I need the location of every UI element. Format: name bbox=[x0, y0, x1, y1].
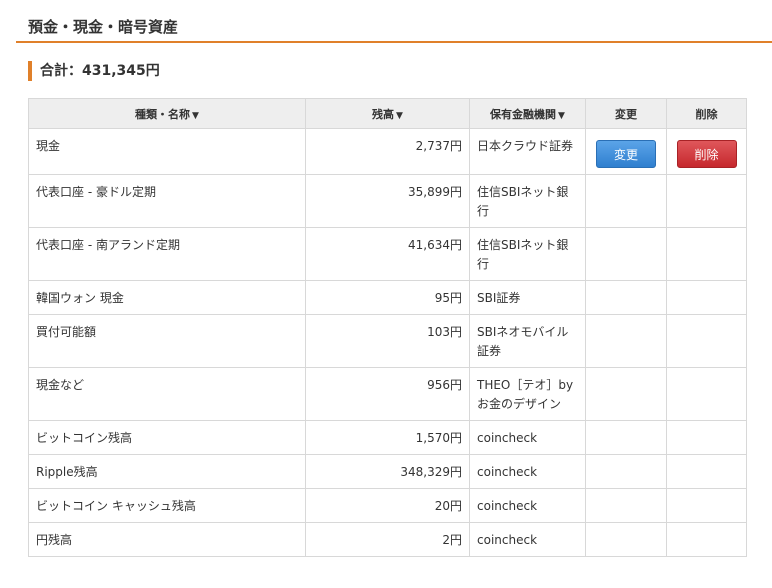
asset-name: 代表口座 - 豪ドル定期 bbox=[28, 174, 306, 228]
asset-balance: 95円 bbox=[305, 280, 470, 315]
table-row: 現金など 956円 THEO［テオ］by お金のデザイン bbox=[28, 367, 747, 421]
delete-cell bbox=[666, 280, 747, 315]
column-header-edit: 変更 bbox=[585, 98, 667, 129]
asset-balance: 20円 bbox=[305, 488, 470, 523]
delete-cell bbox=[666, 367, 747, 421]
asset-balance: 35,899円 bbox=[305, 174, 470, 228]
edit-cell bbox=[585, 454, 667, 489]
column-header-institution[interactable]: 保有金融機関 ▼ bbox=[469, 98, 586, 129]
asset-balance: 1,570円 bbox=[305, 420, 470, 455]
asset-balance: 103円 bbox=[305, 314, 470, 368]
asset-balance: 348,329円 bbox=[305, 454, 470, 489]
asset-institution: SBIネオモバイル証券 bbox=[469, 314, 586, 368]
column-header-balance-label: 残高 bbox=[372, 107, 395, 121]
delete-button[interactable]: 削除 bbox=[676, 140, 737, 168]
asset-institution: 日本クラウド証券 bbox=[469, 128, 586, 175]
edit-cell bbox=[585, 280, 667, 315]
asset-institution: THEO［テオ］by お金のデザイン bbox=[469, 367, 586, 421]
section-title: 預金・現金・暗号資産 bbox=[28, 18, 179, 36]
asset-institution: 住信SBIネット銀行 bbox=[469, 227, 586, 281]
asset-balance: 956円 bbox=[305, 367, 470, 421]
asset-name: 現金 bbox=[28, 128, 306, 175]
asset-balance: 2,737円 bbox=[305, 128, 470, 175]
table-row: 買付可能額 103円 SBIネオモバイル証券 bbox=[28, 314, 747, 368]
edit-cell bbox=[585, 522, 667, 557]
asset-name: Ripple残高 bbox=[28, 454, 306, 489]
column-header-balance[interactable]: 残高 ▼ bbox=[305, 98, 470, 129]
delete-cell bbox=[666, 314, 747, 368]
delete-cell bbox=[666, 488, 747, 523]
edit-button[interactable]: 変更 bbox=[596, 140, 656, 168]
asset-institution: coincheck bbox=[469, 522, 586, 557]
asset-name: ビットコイン残高 bbox=[28, 420, 306, 455]
delete-cell bbox=[666, 454, 747, 489]
delete-cell bbox=[666, 522, 747, 557]
asset-balance: 41,634円 bbox=[305, 227, 470, 281]
asset-name: 買付可能額 bbox=[28, 314, 306, 368]
asset-institution: 住信SBIネット銀行 bbox=[469, 174, 586, 228]
asset-name: 円残高 bbox=[28, 522, 306, 557]
table-header-row: 種類・名称 ▼ 残高 ▼ 保有金融機関 ▼ 変更 削除 bbox=[28, 98, 747, 129]
asset-name: 現金など bbox=[28, 367, 306, 421]
table-row: 代表口座 - 南アランド定期 41,634円 住信SBIネット銀行 bbox=[28, 227, 747, 281]
column-header-name[interactable]: 種類・名称 ▼ bbox=[28, 98, 306, 129]
sort-arrow-icon: ▼ bbox=[396, 110, 403, 121]
table-row: Ripple残高 348,329円 coincheck bbox=[28, 454, 747, 489]
asset-name: 韓国ウォン 現金 bbox=[28, 280, 306, 315]
edit-cell bbox=[585, 174, 667, 228]
edit-cell bbox=[585, 488, 667, 523]
edit-cell bbox=[585, 227, 667, 281]
asset-institution: coincheck bbox=[469, 420, 586, 455]
edit-cell bbox=[585, 314, 667, 368]
edit-cell bbox=[585, 367, 667, 421]
table-row: 韓国ウォン 現金 95円 SBI証券 bbox=[28, 280, 747, 315]
asset-name: 代表口座 - 南アランド定期 bbox=[28, 227, 306, 281]
edit-cell bbox=[585, 420, 667, 455]
asset-institution: coincheck bbox=[469, 488, 586, 523]
title-underline bbox=[16, 41, 772, 43]
table-row: 現金 2,737円 日本クラウド証券 変更 削除 bbox=[28, 128, 747, 175]
table-row: 円残高 2円 coincheck bbox=[28, 522, 747, 557]
delete-cell bbox=[666, 420, 747, 455]
delete-cell: 削除 bbox=[666, 128, 747, 175]
assets-table: 種類・名称 ▼ 残高 ▼ 保有金融機関 ▼ 変更 削除 現金 2,737円 日本クラウド証… bbox=[28, 98, 747, 557]
sort-arrow-icon: ▼ bbox=[192, 110, 199, 121]
total-amount: 合計：431,345円 bbox=[28, 61, 160, 81]
edit-cell: 変更 bbox=[585, 128, 667, 175]
delete-cell bbox=[666, 227, 747, 281]
asset-institution: SBI証券 bbox=[469, 280, 586, 315]
delete-cell bbox=[666, 174, 747, 228]
table-row: 代表口座 - 豪ドル定期 35,899円 住信SBIネット銀行 bbox=[28, 174, 747, 228]
asset-name: ビットコイン キャッシュ残高 bbox=[28, 488, 306, 523]
sort-arrow-icon: ▼ bbox=[558, 110, 565, 121]
asset-balance: 2円 bbox=[305, 522, 470, 557]
column-header-delete: 削除 bbox=[666, 98, 747, 129]
asset-institution: coincheck bbox=[469, 454, 586, 489]
table-row: ビットコイン キャッシュ残高 20円 coincheck bbox=[28, 488, 747, 523]
column-header-name-label: 種類・名称 bbox=[135, 107, 191, 121]
column-header-institution-label: 保有金融機関 bbox=[490, 107, 557, 121]
table-row: ビットコイン残高 1,570円 coincheck bbox=[28, 420, 747, 455]
